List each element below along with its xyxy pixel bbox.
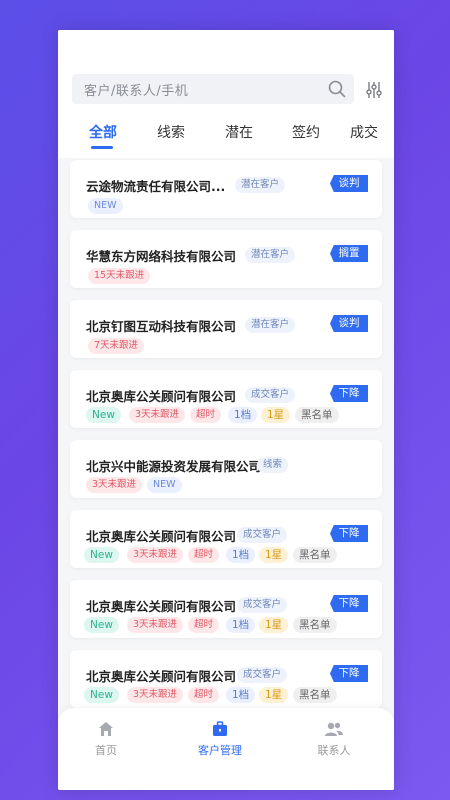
nav-home-label: 首页 bbox=[95, 744, 117, 757]
status-ribbon: 下降 bbox=[330, 595, 368, 612]
customer-card[interactable]: 北京奥库公关顾问有限公司 成交客户 下降 New 3天未跟进 超时 1档 1星 … bbox=[70, 650, 382, 708]
company-name: 北京奥库公关顾问有限公司 bbox=[86, 389, 237, 404]
status-ribbon: 下降 bbox=[330, 385, 368, 402]
new-tag: New bbox=[84, 617, 119, 633]
blacklist-tag: 黑名单 bbox=[293, 687, 337, 703]
customer-card[interactable]: 北京钉图互动科技有限公司 潜在客户 谈判 7天未跟进 bbox=[70, 300, 382, 358]
star-tag: 1星 bbox=[259, 617, 289, 633]
level-tag: 1档 bbox=[226, 687, 256, 703]
company-name: 北京奥库公关顾问有限公司 bbox=[86, 599, 237, 614]
company-name: 云途物流责任有限公司... bbox=[86, 179, 226, 194]
nav-contacts[interactable]: 联系人 bbox=[294, 720, 374, 758]
status-ribbon: 谈判 bbox=[330, 315, 368, 332]
followup-tag: 3天未跟进 bbox=[127, 547, 184, 563]
nav-customers-label: 客户管理 bbox=[198, 744, 242, 757]
timeout-tag: 超时 bbox=[188, 687, 220, 703]
star-tag: 1星 bbox=[259, 547, 289, 563]
tab-leads[interactable]: 线索 bbox=[157, 122, 185, 142]
followup-tag: 3天未跟进 bbox=[127, 617, 184, 633]
blacklist-tag: 黑名单 bbox=[293, 617, 337, 633]
stage-badge: 潜在客户 bbox=[245, 317, 296, 333]
new-tag: New bbox=[86, 407, 121, 423]
customer-card[interactable]: 北京兴中能源投资发展有限公司 线索 3天未跟进 NEW bbox=[70, 440, 382, 498]
customer-card[interactable]: 北京奥库公关顾问有限公司 成交客户 下降 New 3天未跟进 超时 1档 1星 … bbox=[70, 510, 382, 568]
search-icon[interactable] bbox=[328, 80, 346, 98]
nav-home[interactable]: 首页 bbox=[66, 720, 146, 758]
nav-contacts-label: 联系人 bbox=[317, 744, 351, 757]
followup-tag: 3天未跟进 bbox=[127, 687, 184, 703]
company-name: 华慧东方网络科技有限公司 bbox=[86, 249, 237, 264]
level-tag: 1档 bbox=[226, 547, 256, 563]
star-tag: 1星 bbox=[261, 407, 291, 423]
tab-potential[interactable]: 潜在 bbox=[225, 122, 253, 142]
customer-list: 云途物流责任有限公司... 潜在客户 谈判 NEW 华慧东方网络科技有限公司 潜… bbox=[58, 148, 394, 748]
customer-card[interactable]: 北京奥库公关顾问有限公司 成交客户 下降 New 3天未跟进 超时 1档 1星 … bbox=[70, 370, 382, 428]
briefcase-icon bbox=[213, 721, 227, 736]
tab-signed[interactable]: 签约 bbox=[292, 122, 320, 142]
stage-badge: 成交客户 bbox=[237, 667, 288, 683]
company-name: 北京兴中能源投资发展有限公司 bbox=[86, 459, 262, 474]
new-tag: New bbox=[84, 687, 119, 703]
new-tag: NEW bbox=[147, 477, 182, 493]
timeout-tag: 超时 bbox=[190, 407, 222, 423]
company-name: 北京奥库公关顾问有限公司 bbox=[86, 669, 237, 684]
new-tag: NEW bbox=[88, 198, 123, 214]
filter-icon[interactable] bbox=[366, 80, 382, 100]
followup-tag: 3天未跟进 bbox=[86, 477, 143, 493]
stage-badge: 成交客户 bbox=[237, 527, 288, 543]
customer-card[interactable]: 北京奥库公关顾问有限公司 成交客户 下降 New 3天未跟进 超时 1档 1星 … bbox=[70, 580, 382, 638]
header: 客户/联系人/手机 全部 线索 潜在 签约 成交 bbox=[58, 30, 394, 158]
status-ribbon: 下降 bbox=[330, 525, 368, 542]
blacklist-tag: 黑名单 bbox=[293, 547, 337, 563]
customer-card[interactable]: 华慧东方网络科技有限公司 潜在客户 搁置 15天未跟进 bbox=[70, 230, 382, 288]
search-input[interactable]: 客户/联系人/手机 bbox=[72, 74, 354, 104]
contacts-icon bbox=[325, 722, 343, 736]
blacklist-tag: 黑名单 bbox=[295, 407, 339, 423]
status-ribbon: 搁置 bbox=[330, 245, 368, 262]
stage-badge: 成交客户 bbox=[245, 387, 296, 403]
bottom-tab-bar: 首页 客户管理 联系人 bbox=[58, 708, 394, 790]
followup-tag: 7天未跟进 bbox=[88, 338, 145, 354]
company-name: 北京奥库公关顾问有限公司 bbox=[86, 529, 237, 544]
home-icon bbox=[99, 722, 113, 736]
followup-tag: 15天未跟进 bbox=[88, 268, 151, 284]
followup-tag: 3天未跟进 bbox=[129, 407, 186, 423]
new-tag: New bbox=[84, 547, 119, 563]
stage-badge: 成交客户 bbox=[237, 597, 288, 613]
stage-badge: 潜在客户 bbox=[245, 247, 296, 263]
status-ribbon: 下降 bbox=[330, 665, 368, 682]
level-tag: 1档 bbox=[226, 617, 256, 633]
search-placeholder: 客户/联系人/手机 bbox=[84, 84, 189, 99]
stage-badge: 潜在客户 bbox=[235, 177, 286, 193]
nav-customers[interactable]: 客户管理 bbox=[180, 720, 260, 758]
timeout-tag: 超时 bbox=[188, 547, 220, 563]
company-name: 北京钉图互动科技有限公司 bbox=[86, 319, 237, 334]
level-tag: 1档 bbox=[228, 407, 258, 423]
star-tag: 1星 bbox=[259, 687, 289, 703]
tab-all[interactable]: 全部 bbox=[89, 122, 117, 142]
stage-badge: 线索 bbox=[257, 457, 289, 473]
timeout-tag: 超时 bbox=[188, 617, 220, 633]
status-ribbon: 谈判 bbox=[330, 175, 368, 192]
phone-screen: 客户/联系人/手机 全部 线索 潜在 签约 成交 云途物流责任有限公司... 潜… bbox=[58, 30, 394, 790]
customer-card[interactable]: 云途物流责任有限公司... 潜在客户 谈判 NEW bbox=[70, 160, 382, 218]
tab-closed[interactable]: 成交 bbox=[350, 122, 378, 142]
